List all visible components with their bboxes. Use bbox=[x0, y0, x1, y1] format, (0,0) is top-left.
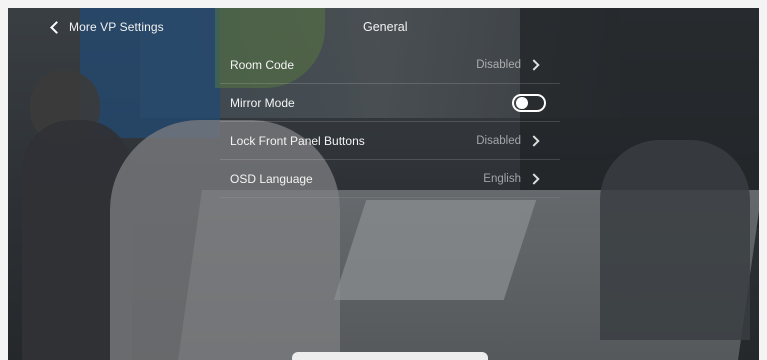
settings-list: Room Code Disabled Mirror Mode Lock Fron… bbox=[220, 46, 560, 198]
setting-row-lock-front-panel-buttons[interactable]: Lock Front Panel Buttons Disabled bbox=[220, 122, 560, 160]
settings-overlay: More VP Settings General Room Code Disab… bbox=[0, 0, 767, 360]
chevron-right-icon bbox=[528, 172, 540, 185]
back-button-label: More VP Settings bbox=[69, 20, 164, 34]
setting-label: Room Code bbox=[230, 57, 295, 72]
frame-top bbox=[0, 0, 767, 8]
screen: More VP Settings General Room Code Disab… bbox=[0, 0, 767, 360]
page-title: General bbox=[363, 20, 408, 34]
setting-row-mirror-mode[interactable]: Mirror Mode bbox=[220, 84, 560, 122]
chevron-right-icon bbox=[528, 58, 540, 71]
chevron-right-icon bbox=[528, 134, 540, 147]
toggle-knob bbox=[516, 96, 528, 109]
setting-value-text: Disabled bbox=[476, 58, 521, 71]
frame-left bbox=[0, 0, 8, 360]
setting-value: Disabled bbox=[476, 135, 560, 147]
setting-value: English bbox=[483, 173, 560, 185]
setting-value-text: Disabled bbox=[476, 134, 521, 147]
frame-right bbox=[759, 0, 767, 360]
header: More VP Settings General bbox=[0, 15, 767, 39]
setting-label: Lock Front Panel Buttons bbox=[230, 133, 365, 148]
setting-row-room-code[interactable]: Room Code Disabled bbox=[220, 46, 560, 84]
back-button[interactable]: More VP Settings bbox=[50, 15, 164, 39]
setting-row-osd-language[interactable]: OSD Language English bbox=[220, 160, 560, 198]
setting-label: Mirror Mode bbox=[230, 95, 295, 110]
mirror-mode-toggle[interactable] bbox=[512, 93, 546, 112]
setting-value-text: English bbox=[483, 172, 521, 185]
chevron-left-icon bbox=[50, 20, 63, 34]
home-indicator bbox=[292, 352, 488, 360]
setting-label: OSD Language bbox=[230, 171, 313, 186]
setting-value: Disabled bbox=[476, 59, 560, 71]
